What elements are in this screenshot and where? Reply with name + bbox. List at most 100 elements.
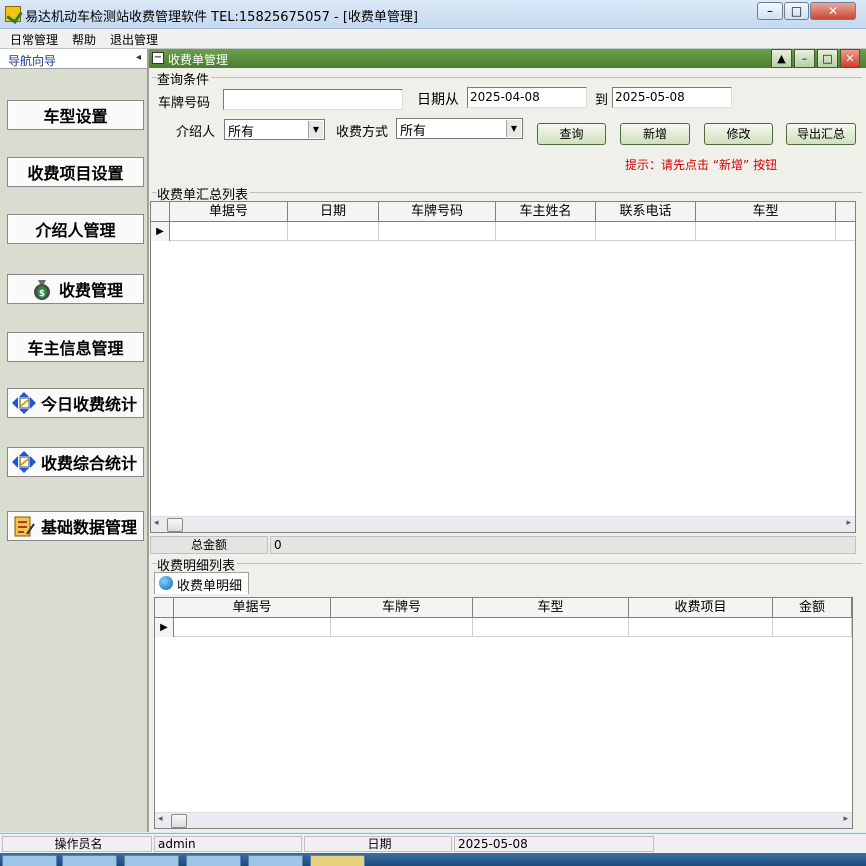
total-amount-value: 0 [270, 536, 856, 554]
scroll-right-icon[interactable]: ▸ [843, 814, 848, 824]
column-header[interactable]: 单据号 [174, 598, 331, 618]
column-header[interactable]: 车牌号码 [379, 202, 496, 222]
pay-method-select[interactable]: 所有 ▼ [396, 118, 523, 139]
child-minimize-button[interactable]: – [794, 49, 815, 68]
menu-daily[interactable]: 日常管理 [10, 31, 58, 48]
row-pointer-icon: ▶ [155, 618, 174, 637]
scroll-right-icon[interactable]: ▸ [846, 518, 851, 528]
nav-panel: 导航向导 ◂ 车型设置 收费项目设置 介绍人管理 $ 收费管理 车主信息管理 今… [0, 49, 149, 832]
new-button[interactable]: 新增 [620, 123, 690, 145]
nav-label: 收费管理 [58, 281, 123, 300]
nav-base-data-button[interactable]: 基础数据管理 [7, 511, 144, 541]
nav-vehicle-type-button[interactable]: 车型设置 [7, 100, 144, 130]
scroll-left-icon[interactable]: ◂ [154, 518, 159, 528]
table-cell[interactable] [496, 222, 596, 241]
nav-label: 收费项目设置 [27, 164, 124, 183]
plate-input[interactable] [223, 89, 403, 110]
nav-today-stats-button[interactable]: 今日收费统计 [7, 388, 144, 418]
nav-header: 导航向导 ◂ [0, 49, 147, 69]
column-header[interactable]: 车型 [473, 598, 629, 618]
table-cell[interactable] [174, 618, 331, 637]
total-amount-label: 总金额 [150, 536, 268, 554]
column-header[interactable]: 金额 [773, 598, 852, 618]
table-cell[interactable] [473, 618, 629, 637]
minimize-button[interactable]: – [757, 2, 783, 20]
date-value: 2025-05-08 [454, 836, 654, 852]
close-button[interactable]: ✕ [810, 2, 856, 20]
tab-fee-detail[interactable]: 收费单明细 [154, 572, 250, 594]
column-header[interactable]: 日期 [288, 202, 379, 222]
table-cell[interactable] [288, 222, 379, 241]
table-cell[interactable] [331, 618, 473, 637]
taskbar [0, 853, 866, 866]
nav-label: 介绍人管理 [35, 221, 116, 240]
table-cell[interactable] [696, 222, 836, 241]
nav-fee-item-button[interactable]: 收费项目设置 [7, 157, 144, 187]
referrer-select[interactable]: 所有 ▼ [224, 119, 325, 140]
column-header[interactable]: 车牌号 [331, 598, 473, 618]
date-from-input[interactable]: 2025-04-08 [467, 87, 587, 108]
query-group-label: 查询条件 [157, 69, 212, 88]
taskbar-item-active[interactable] [310, 855, 365, 866]
column-header[interactable]: 车型 [696, 202, 836, 222]
table-cell[interactable] [773, 618, 852, 637]
export-summary-button[interactable]: 导出汇总 [786, 123, 856, 145]
plate-label: 车牌号码 [158, 96, 211, 111]
table-cell[interactable] [596, 222, 696, 241]
menu-help[interactable]: 帮助 [72, 31, 96, 48]
stats-chart-icon [10, 450, 38, 474]
table-cell[interactable] [379, 222, 496, 241]
row-indicator-header [151, 202, 170, 222]
taskbar-item[interactable] [248, 855, 303, 866]
status-bar: 操作员名 admin 日期 2025-05-08 [0, 833, 866, 853]
referrer-label: 介绍人 [176, 125, 216, 140]
taskbar-item[interactable] [124, 855, 179, 866]
query-button[interactable]: 查询 [537, 123, 606, 145]
detail-horizontal-scrollbar[interactable]: ◂ ▸ [155, 812, 852, 828]
nav-owner-info-button[interactable]: 车主信息管理 [7, 332, 144, 362]
date-label: 日期 [304, 836, 452, 852]
data-form-icon [10, 514, 38, 538]
taskbar-item[interactable] [2, 855, 57, 866]
menu-bar: 日常管理 帮助 退出管理 [0, 29, 866, 49]
row-pointer-icon: ▶ [151, 222, 170, 241]
hint-text: 提示：请先点击 “新增” 按钮 [625, 158, 778, 172]
child-up-button[interactable]: ▲ [771, 49, 792, 68]
detail-grid: 单据号 车牌号 车型 收费项目 金额 ▶ ◂ ▸ [154, 597, 853, 829]
table-cell[interactable] [629, 618, 773, 637]
summary-group: 收费单汇总列表 [152, 184, 862, 203]
window-title-bar: 易达机动车检测站收费管理软件 TEL:15825675057 - [收费单管理]… [0, 0, 866, 29]
nav-overall-stats-button[interactable]: 收费综合统计 [7, 447, 144, 477]
operator-label: 操作员名 [2, 836, 152, 852]
menu-exit[interactable]: 退出管理 [110, 31, 158, 48]
taskbar-item[interactable] [62, 855, 117, 866]
column-header[interactable]: 联系电话 [596, 202, 696, 222]
nav-referrer-button[interactable]: 介绍人管理 [7, 214, 144, 244]
summary-grid-header: 单据号 日期 车牌号码 车主姓名 联系电话 车型 [151, 202, 855, 222]
pay-method-label: 收费方式 [336, 125, 389, 140]
table-row[interactable]: ▶ [155, 618, 852, 637]
scroll-left-icon[interactable]: ◂ [158, 814, 163, 824]
edit-button[interactable]: 修改 [704, 123, 773, 145]
child-system-menu-icon[interactable]: − [152, 52, 164, 64]
table-cell[interactable] [170, 222, 288, 241]
nav-collapse-icon[interactable]: ◂ [136, 52, 141, 63]
maximize-button[interactable]: □ [784, 2, 809, 20]
taskbar-item[interactable] [186, 855, 241, 866]
child-restore-button[interactable]: □ [817, 49, 838, 68]
globe-icon [159, 576, 173, 590]
summary-horizontal-scrollbar[interactable]: ◂ ▸ [151, 516, 855, 532]
column-header[interactable]: 收费项目 [629, 598, 773, 618]
column-header[interactable]: 车主姓名 [496, 202, 596, 222]
nav-fee-management-button[interactable]: $ 收费管理 [7, 274, 144, 304]
money-bag-icon: $ [28, 277, 56, 301]
table-row[interactable]: ▶ [151, 222, 855, 241]
column-header[interactable]: 单据号 [170, 202, 288, 222]
date-from-label: 日期从 [417, 92, 459, 108]
scroll-thumb[interactable] [167, 518, 183, 532]
scroll-thumb[interactable] [171, 814, 187, 828]
pay-method-value: 所有 [400, 124, 427, 139]
date-to-input[interactable]: 2025-05-08 [612, 87, 732, 108]
nav-label: 收费综合统计 [41, 454, 138, 473]
child-close-button[interactable]: ✕ [840, 49, 860, 68]
